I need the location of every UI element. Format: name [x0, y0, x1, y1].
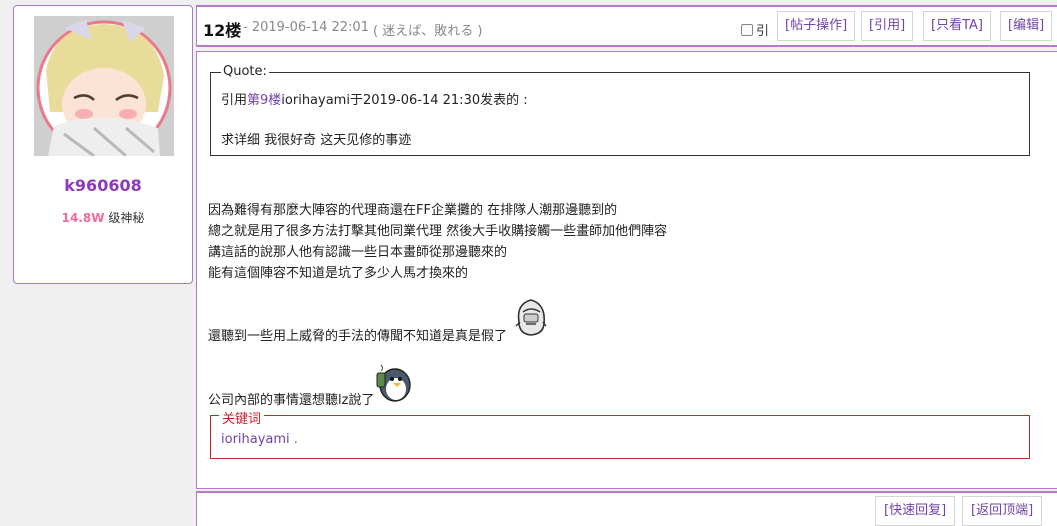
edit-button[interactable]: [编辑] — [1000, 11, 1053, 41]
only-view-author-button[interactable]: [只看TA] — [923, 11, 991, 41]
checkbox-icon[interactable] — [741, 23, 753, 36]
quote-suffix: iorihayami于2019-06-14 21:30发表的 : — [281, 93, 528, 108]
post-header: 12楼 - 2019-06-14 22:01 ( 迷えば、敗れる ) 引 [帖子… — [196, 5, 1057, 47]
body-line: 能有這個陣容不知道是坑了多少人馬才換來的 — [208, 266, 469, 281]
body-line: 總之就是用了很多方法打擊其他同業代理 然後大手收購接觸一些畫師加他們陣容 — [208, 224, 668, 239]
quote-title: Quote: — [221, 64, 269, 79]
keyword-block: 关键词 iorihayami . — [210, 408, 1030, 459]
penguin-drinking-sticker-icon — [376, 364, 411, 402]
quote-block: Quote: 引用第9楼iorihayami于2019-06-14 21:30发… — [210, 64, 1030, 156]
user-signature: ( 迷えば、敗れる ) — [373, 24, 483, 39]
body-line: 還聽到一些用上威脅的手法的傳聞不知道是真是假了 — [208, 329, 508, 344]
floor-number: 12楼 — [203, 21, 242, 40]
post-footer: [快速回复] [返回顶端] — [196, 491, 1057, 526]
keyword-link[interactable]: iorihayami . — [221, 432, 298, 447]
body-line: 講這話的說那人他有認識一些日本畫師從那邊聽來的 — [208, 245, 508, 260]
quote-prefix: 引用 — [221, 93, 248, 108]
level-label: 级神秘 — [104, 211, 145, 225]
quote-checkbox-label: 引 — [756, 24, 770, 39]
username[interactable]: k960608 — [14, 176, 192, 195]
post-actions-button[interactable]: [帖子操作] — [777, 11, 856, 41]
body-line: 公司內部的事情還想聽lz說了 — [208, 393, 375, 408]
quote-button[interactable]: [引用] — [861, 11, 914, 41]
quote-text: 求详细 我很好奇 这天见修的事迹 — [221, 133, 412, 148]
user-level: 14.8W 级神秘 — [14, 209, 192, 226]
body-line: 因為難得有那麼大陣容的代理商還在FF企業攤的 在排隊人潮那邊聽到的 — [208, 203, 618, 218]
post-body: Quote: 引用第9楼iorihayami于2019-06-14 21:30发… — [196, 51, 1057, 489]
quick-reply-button[interactable]: [快速回复] — [875, 496, 956, 526]
penguin-sticker-icon — [515, 299, 547, 336]
quote-source: 引用第9楼iorihayami于2019-06-14 21:30发表的 : — [221, 89, 528, 108]
post-time: - 2019-06-14 22:01 — [243, 20, 369, 35]
quoted-floor-link[interactable]: 第9楼 — [247, 93, 281, 108]
level-value: 14.8W — [61, 211, 105, 225]
avatar[interactable] — [34, 16, 174, 156]
quote-checkbox[interactable]: 引 — [741, 20, 769, 39]
user-card: k960608 14.8W 级神秘 — [13, 5, 193, 284]
back-to-top-button[interactable]: [返回顶端] — [962, 496, 1043, 526]
keyword-title: 关键词 — [219, 408, 265, 427]
